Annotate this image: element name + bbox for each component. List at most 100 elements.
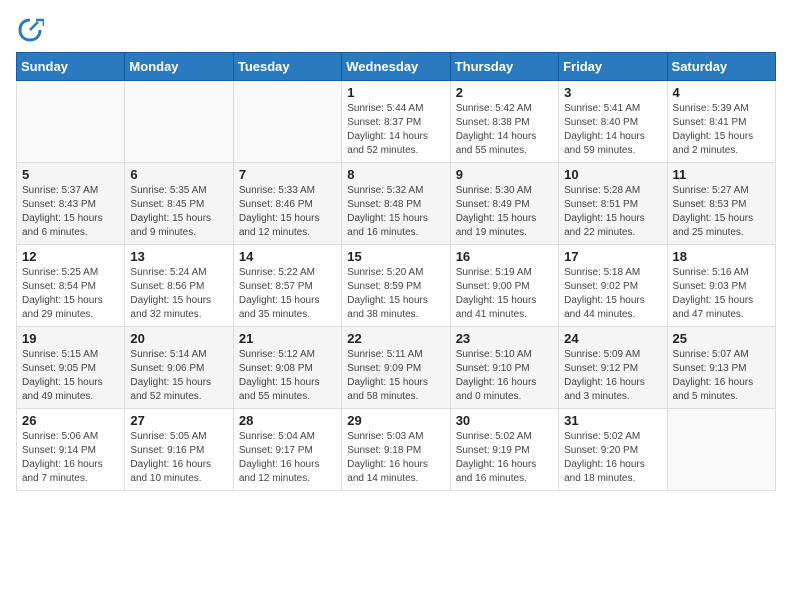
day-number: 22 (347, 331, 444, 346)
calendar-cell (125, 81, 233, 163)
day-info: Sunrise: 5:12 AM Sunset: 9:08 PM Dayligh… (239, 348, 336, 404)
day-info: Sunrise: 5:10 AM Sunset: 9:10 PM Dayligh… (456, 348, 553, 404)
day-info: Sunrise: 5:07 AM Sunset: 9:13 PM Dayligh… (673, 348, 770, 404)
day-number: 17 (564, 249, 661, 264)
calendar-cell: 11Sunrise: 5:27 AM Sunset: 8:53 PM Dayli… (667, 163, 775, 245)
calendar-week-5: 26 Sunrise: 5:06 AM Sunset: 9:14 PM Dayli… (17, 409, 776, 491)
day-number: 23 (456, 331, 553, 346)
day-number: 1 (347, 85, 444, 100)
calendar-cell: 7 Sunrise: 5:33 AM Sunset: 8:46 PM Daylig… (233, 163, 341, 245)
day-number: 25 (673, 331, 770, 346)
day-header-sunday: Sunday (17, 53, 125, 81)
calendar-cell: 31 Sunrise: 5:02 AM Sunset: 9:20 PM Dayli… (559, 409, 667, 491)
day-number: 6 (130, 167, 227, 182)
day-info: Sunrise: 5:42 AM Sunset: 8:38 PM Dayligh… (456, 102, 553, 158)
calendar-week-4: 19 Sunrise: 5:15 AM Sunset: 9:05 PM Dayli… (17, 327, 776, 409)
day-number: 18 (673, 249, 770, 264)
day-number: 20 (130, 331, 227, 346)
day-info: Sunrise: 5:02 AM Sunset: 9:19 PM Dayligh… (456, 430, 553, 486)
day-number: 27 (130, 413, 227, 428)
day-info: Sunrise: 5:39 AM Sunset: 8:41 PM Dayligh… (673, 102, 770, 158)
calendar-week-1: 1 Sunrise: 5:44 AM Sunset: 8:37 PM Daylig… (17, 81, 776, 163)
day-number: 5 (22, 167, 119, 182)
calendar-cell: 27 Sunrise: 5:05 AM Sunset: 9:16 PM Dayli… (125, 409, 233, 491)
page-header (16, 16, 776, 44)
day-number: 3 (564, 85, 661, 100)
day-info: Sunrise: 5:11 AM Sunset: 9:09 PM Dayligh… (347, 348, 444, 404)
day-info: Sunrise: 5:22 AM Sunset: 8:57 PM Dayligh… (239, 266, 336, 322)
calendar-cell: 18 Sunrise: 5:16 AM Sunset: 9:03 PM Dayli… (667, 245, 775, 327)
calendar-cell: 8 Sunrise: 5:32 AM Sunset: 8:48 PM Daylig… (342, 163, 450, 245)
day-number: 26 (22, 413, 119, 428)
day-info: Sunrise: 5:14 AM Sunset: 9:06 PM Dayligh… (130, 348, 227, 404)
day-number: 14 (239, 249, 336, 264)
day-info: Sunrise: 5:15 AM Sunset: 9:05 PM Dayligh… (22, 348, 119, 404)
calendar-header-row: SundayMondayTuesdayWednesdayThursdayFrid… (17, 53, 776, 81)
calendar-cell: 13 Sunrise: 5:24 AM Sunset: 8:56 PM Dayli… (125, 245, 233, 327)
calendar-cell: 4 Sunrise: 5:39 AM Sunset: 8:41 PM Daylig… (667, 81, 775, 163)
calendar-week-2: 5 Sunrise: 5:37 AM Sunset: 8:43 PM Daylig… (17, 163, 776, 245)
day-number: 21 (239, 331, 336, 346)
calendar-cell: 23 Sunrise: 5:10 AM Sunset: 9:10 PM Dayli… (450, 327, 558, 409)
calendar-cell: 16 Sunrise: 5:19 AM Sunset: 9:00 PM Dayli… (450, 245, 558, 327)
calendar-cell: 20 Sunrise: 5:14 AM Sunset: 9:06 PM Dayli… (125, 327, 233, 409)
calendar-cell: 15 Sunrise: 5:20 AM Sunset: 8:59 PM Dayli… (342, 245, 450, 327)
day-number: 30 (456, 413, 553, 428)
logo-icon (16, 16, 44, 44)
day-number: 15 (347, 249, 444, 264)
day-info: Sunrise: 5:28 AM Sunset: 8:51 PM Dayligh… (564, 184, 661, 240)
day-header-friday: Friday (559, 53, 667, 81)
day-info: Sunrise: 5:44 AM Sunset: 8:37 PM Dayligh… (347, 102, 444, 158)
day-number: 11 (673, 167, 770, 182)
day-header-monday: Monday (125, 53, 233, 81)
day-info: Sunrise: 5:33 AM Sunset: 8:46 PM Dayligh… (239, 184, 336, 240)
day-number: 12 (22, 249, 119, 264)
calendar-cell: 1 Sunrise: 5:44 AM Sunset: 8:37 PM Daylig… (342, 81, 450, 163)
day-info: Sunrise: 5:37 AM Sunset: 8:43 PM Dayligh… (22, 184, 119, 240)
day-number: 16 (456, 249, 553, 264)
day-info: Sunrise: 5:16 AM Sunset: 9:03 PM Dayligh… (673, 266, 770, 322)
day-number: 19 (22, 331, 119, 346)
calendar-cell: 12 Sunrise: 5:25 AM Sunset: 8:54 PM Dayli… (17, 245, 125, 327)
day-info: Sunrise: 5:05 AM Sunset: 9:16 PM Dayligh… (130, 430, 227, 486)
day-header-tuesday: Tuesday (233, 53, 341, 81)
calendar-cell: 10Sunrise: 5:28 AM Sunset: 8:51 PM Dayli… (559, 163, 667, 245)
day-info: Sunrise: 5:06 AM Sunset: 9:14 PM Dayligh… (22, 430, 119, 486)
day-info: Sunrise: 5:03 AM Sunset: 9:18 PM Dayligh… (347, 430, 444, 486)
calendar-cell (17, 81, 125, 163)
day-info: Sunrise: 5:32 AM Sunset: 8:48 PM Dayligh… (347, 184, 444, 240)
day-info: Sunrise: 5:41 AM Sunset: 8:40 PM Dayligh… (564, 102, 661, 158)
calendar-table: SundayMondayTuesdayWednesdayThursdayFrid… (16, 52, 776, 491)
day-header-thursday: Thursday (450, 53, 558, 81)
calendar-cell: 6Sunrise: 5:35 AM Sunset: 8:45 PM Daylig… (125, 163, 233, 245)
calendar-week-3: 12 Sunrise: 5:25 AM Sunset: 8:54 PM Dayli… (17, 245, 776, 327)
calendar-cell: 25 Sunrise: 5:07 AM Sunset: 9:13 PM Dayli… (667, 327, 775, 409)
day-info: Sunrise: 5:19 AM Sunset: 9:00 PM Dayligh… (456, 266, 553, 322)
day-number: 2 (456, 85, 553, 100)
day-number: 8 (347, 167, 444, 182)
calendar-cell: 21 Sunrise: 5:12 AM Sunset: 9:08 PM Dayli… (233, 327, 341, 409)
day-number: 4 (673, 85, 770, 100)
day-number: 13 (130, 249, 227, 264)
calendar-cell: 14 Sunrise: 5:22 AM Sunset: 8:57 PM Dayli… (233, 245, 341, 327)
day-number: 29 (347, 413, 444, 428)
calendar-cell: 26 Sunrise: 5:06 AM Sunset: 9:14 PM Dayli… (17, 409, 125, 491)
day-header-saturday: Saturday (667, 53, 775, 81)
calendar-cell: 3 Sunrise: 5:41 AM Sunset: 8:40 PM Daylig… (559, 81, 667, 163)
day-info: Sunrise: 5:25 AM Sunset: 8:54 PM Dayligh… (22, 266, 119, 322)
day-number: 7 (239, 167, 336, 182)
day-info: Sunrise: 5:24 AM Sunset: 8:56 PM Dayligh… (130, 266, 227, 322)
calendar-cell: 9 Sunrise: 5:30 AM Sunset: 8:49 PM Daylig… (450, 163, 558, 245)
day-number: 31 (564, 413, 661, 428)
calendar-cell: 28Sunrise: 5:04 AM Sunset: 9:17 PM Dayli… (233, 409, 341, 491)
day-info: Sunrise: 5:20 AM Sunset: 8:59 PM Dayligh… (347, 266, 444, 322)
day-header-wednesday: Wednesday (342, 53, 450, 81)
calendar-cell: 17Sunrise: 5:18 AM Sunset: 9:02 PM Dayli… (559, 245, 667, 327)
calendar-cell: 30 Sunrise: 5:02 AM Sunset: 9:19 PM Dayli… (450, 409, 558, 491)
calendar-cell: 5 Sunrise: 5:37 AM Sunset: 8:43 PM Daylig… (17, 163, 125, 245)
day-info: Sunrise: 5:09 AM Sunset: 9:12 PM Dayligh… (564, 348, 661, 404)
day-info: Sunrise: 5:02 AM Sunset: 9:20 PM Dayligh… (564, 430, 661, 486)
day-info: Sunrise: 5:04 AM Sunset: 9:17 PM Dayligh… (239, 430, 336, 486)
day-number: 9 (456, 167, 553, 182)
day-info: Sunrise: 5:30 AM Sunset: 8:49 PM Dayligh… (456, 184, 553, 240)
